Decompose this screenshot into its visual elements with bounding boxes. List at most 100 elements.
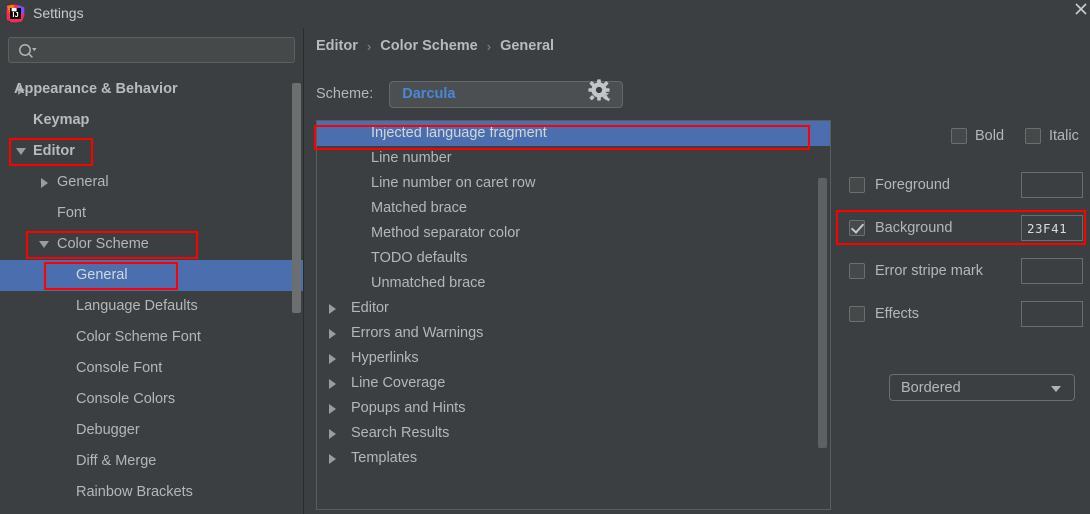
chevron-right-icon[interactable] (329, 446, 343, 471)
chevron-right-icon[interactable] (37, 167, 51, 198)
color-swatch-field[interactable]: 23F41 (1021, 215, 1083, 241)
list-item[interactable]: Method separator color (317, 221, 830, 246)
intellij-idea-logo-icon: IJ (6, 4, 25, 23)
list-item-label: Templates (351, 450, 418, 466)
list-item-label: Search Results (351, 425, 450, 441)
settings-sidebar: Appearance & Behavior Keymap Editor General… (0, 28, 304, 514)
scheme-label: Scheme: (316, 86, 374, 102)
italic-checkbox-group[interactable]: Italic (1025, 128, 1079, 144)
list-item-label: Line number on caret row (371, 175, 536, 191)
scheme-settings-button[interactable] (587, 78, 613, 109)
list-item-label: Injected language fragment (371, 125, 547, 141)
sidebar-item-general[interactable]: General (0, 260, 303, 291)
breadcrumb-item[interactable]: Color Scheme (380, 38, 478, 54)
attribute-label: Background (875, 220, 953, 236)
sidebar-item-console-colors[interactable]: Console Colors (0, 384, 303, 415)
sidebar-item-label: Rainbow Brackets (76, 484, 193, 500)
close-icon[interactable] (1066, 2, 1088, 20)
sidebar-item-color-scheme-font[interactable]: Color Scheme Font (0, 322, 303, 353)
sidebar-item-debugger[interactable]: Debugger (0, 415, 303, 446)
list-item[interactable]: Line Coverage (317, 371, 830, 396)
sidebar-item-label: Editor (33, 143, 75, 159)
chevron-right-icon[interactable] (329, 346, 343, 371)
list-item[interactable]: Hyperlinks (317, 346, 830, 371)
list-item-label: Line number (371, 150, 452, 166)
list-item[interactable]: Search Results (317, 421, 830, 446)
attribute-row: Background 23F41 (849, 215, 1090, 241)
list-item-label: TODO defaults (371, 250, 468, 266)
settings-dialog: IJ Settings Appearance & Behavior Keymap… (0, 0, 1090, 514)
bold-label: Bold (975, 128, 1005, 144)
list-item[interactable]: Templates (317, 446, 830, 471)
attribute-checkbox[interactable] (849, 263, 865, 279)
bold-checkbox[interactable] (951, 128, 967, 144)
sidebar-item-label: Appearance & Behavior (14, 81, 178, 97)
list-item[interactable]: Errors and Warnings (317, 321, 830, 346)
sidebar-item-label: Language Defaults (76, 298, 198, 314)
sidebar-item-diff-merge[interactable]: Diff & Merge (0, 446, 303, 477)
list-item-label: Errors and Warnings (351, 325, 484, 341)
sidebar-item-label: Keymap (33, 112, 90, 128)
attribute-checkbox[interactable] (849, 177, 865, 193)
search-input[interactable] (42, 38, 290, 62)
color-hex-value: 23F41 (1027, 220, 1068, 236)
color-swatch-field[interactable] (1021, 172, 1083, 198)
chevron-right-icon[interactable] (329, 371, 343, 396)
chevron-right-icon[interactable] (329, 421, 343, 446)
sidebar-item-font[interactable]: Font (0, 198, 303, 229)
list-item[interactable]: Line number (317, 146, 830, 171)
chevron-right-icon[interactable] (329, 296, 343, 321)
effect-type-dropdown[interactable]: Bordered (889, 374, 1075, 401)
sidebar-item-keymap[interactable]: Keymap (0, 105, 303, 136)
sidebar-scrollbar-thumb[interactable] (292, 83, 301, 313)
sidebar-item-general[interactable]: General (0, 167, 303, 198)
breadcrumb-separator: › (486, 38, 492, 54)
list-item[interactable]: Popups and Hints (317, 396, 830, 421)
list-item-label: Popups and Hints (351, 400, 466, 416)
sidebar-item-language-defaults[interactable]: Language Defaults (0, 291, 303, 322)
sidebar-item-label: General (57, 174, 109, 190)
list-item-label: Line Coverage (351, 375, 446, 391)
settings-content: Editor › Color Scheme › General Scheme: Darc… (305, 28, 1090, 514)
chevron-right-icon[interactable] (329, 321, 343, 346)
sidebar-item-label: Console Font (76, 360, 163, 376)
chevron-down-icon[interactable] (37, 229, 51, 260)
bold-checkbox-group[interactable]: Bold (951, 128, 1004, 144)
sidebar-item-label: Console Colors (76, 391, 176, 407)
effect-type-value: Bordered (901, 379, 961, 396)
svg-text:IJ: IJ (12, 10, 18, 19)
list-scrollbar-thumb[interactable] (818, 178, 827, 448)
list-item[interactable]: TODO defaults (317, 246, 830, 271)
list-item[interactable]: Injected language fragment (317, 121, 830, 146)
breadcrumb-item[interactable]: Editor (316, 38, 358, 54)
breadcrumb-item[interactable]: General (500, 38, 554, 54)
chevron-down-icon[interactable] (14, 136, 28, 167)
attribute-label: Effects (875, 306, 920, 322)
list-item[interactable]: Editor (317, 296, 830, 321)
attribute-row: Foreground (849, 172, 1090, 198)
list-item[interactable]: Line number on caret row (317, 171, 830, 196)
scheme-row: Scheme: Darcula (316, 80, 624, 108)
sidebar-item-rainbow-brackets[interactable]: Rainbow Brackets (0, 477, 303, 508)
italic-checkbox[interactable] (1025, 128, 1041, 144)
sidebar-item-color-scheme[interactable]: Color Scheme (0, 229, 303, 260)
sidebar-item-label: Font (57, 205, 87, 221)
list-item[interactable]: Matched brace (317, 196, 830, 221)
sidebar-item-console-font[interactable]: Console Font (0, 353, 303, 384)
sidebar-item-appearance-behavior[interactable]: Appearance & Behavior (0, 74, 303, 105)
sidebar-item-editor[interactable]: Editor (0, 136, 303, 167)
settings-tree: Appearance & Behavior Keymap Editor General… (0, 74, 303, 508)
attribute-checkbox[interactable] (849, 220, 865, 236)
attribute-checkbox[interactable] (849, 306, 865, 322)
search-box[interactable] (8, 37, 295, 63)
color-attribute-list[interactable]: Injected language fragment Line number Lin… (316, 120, 831, 510)
search-field-wrapper (8, 37, 295, 63)
color-swatch-field[interactable] (1021, 258, 1083, 284)
color-swatch-field[interactable] (1021, 301, 1083, 327)
list-item[interactable]: Unmatched brace (317, 271, 830, 296)
window-title: Settings (33, 5, 84, 21)
font-style-row: Bold Italic (841, 128, 1090, 150)
title-bar: IJ Settings (0, 0, 1090, 28)
breadcrumb-separator: › (366, 38, 372, 54)
chevron-right-icon[interactable] (329, 396, 343, 421)
